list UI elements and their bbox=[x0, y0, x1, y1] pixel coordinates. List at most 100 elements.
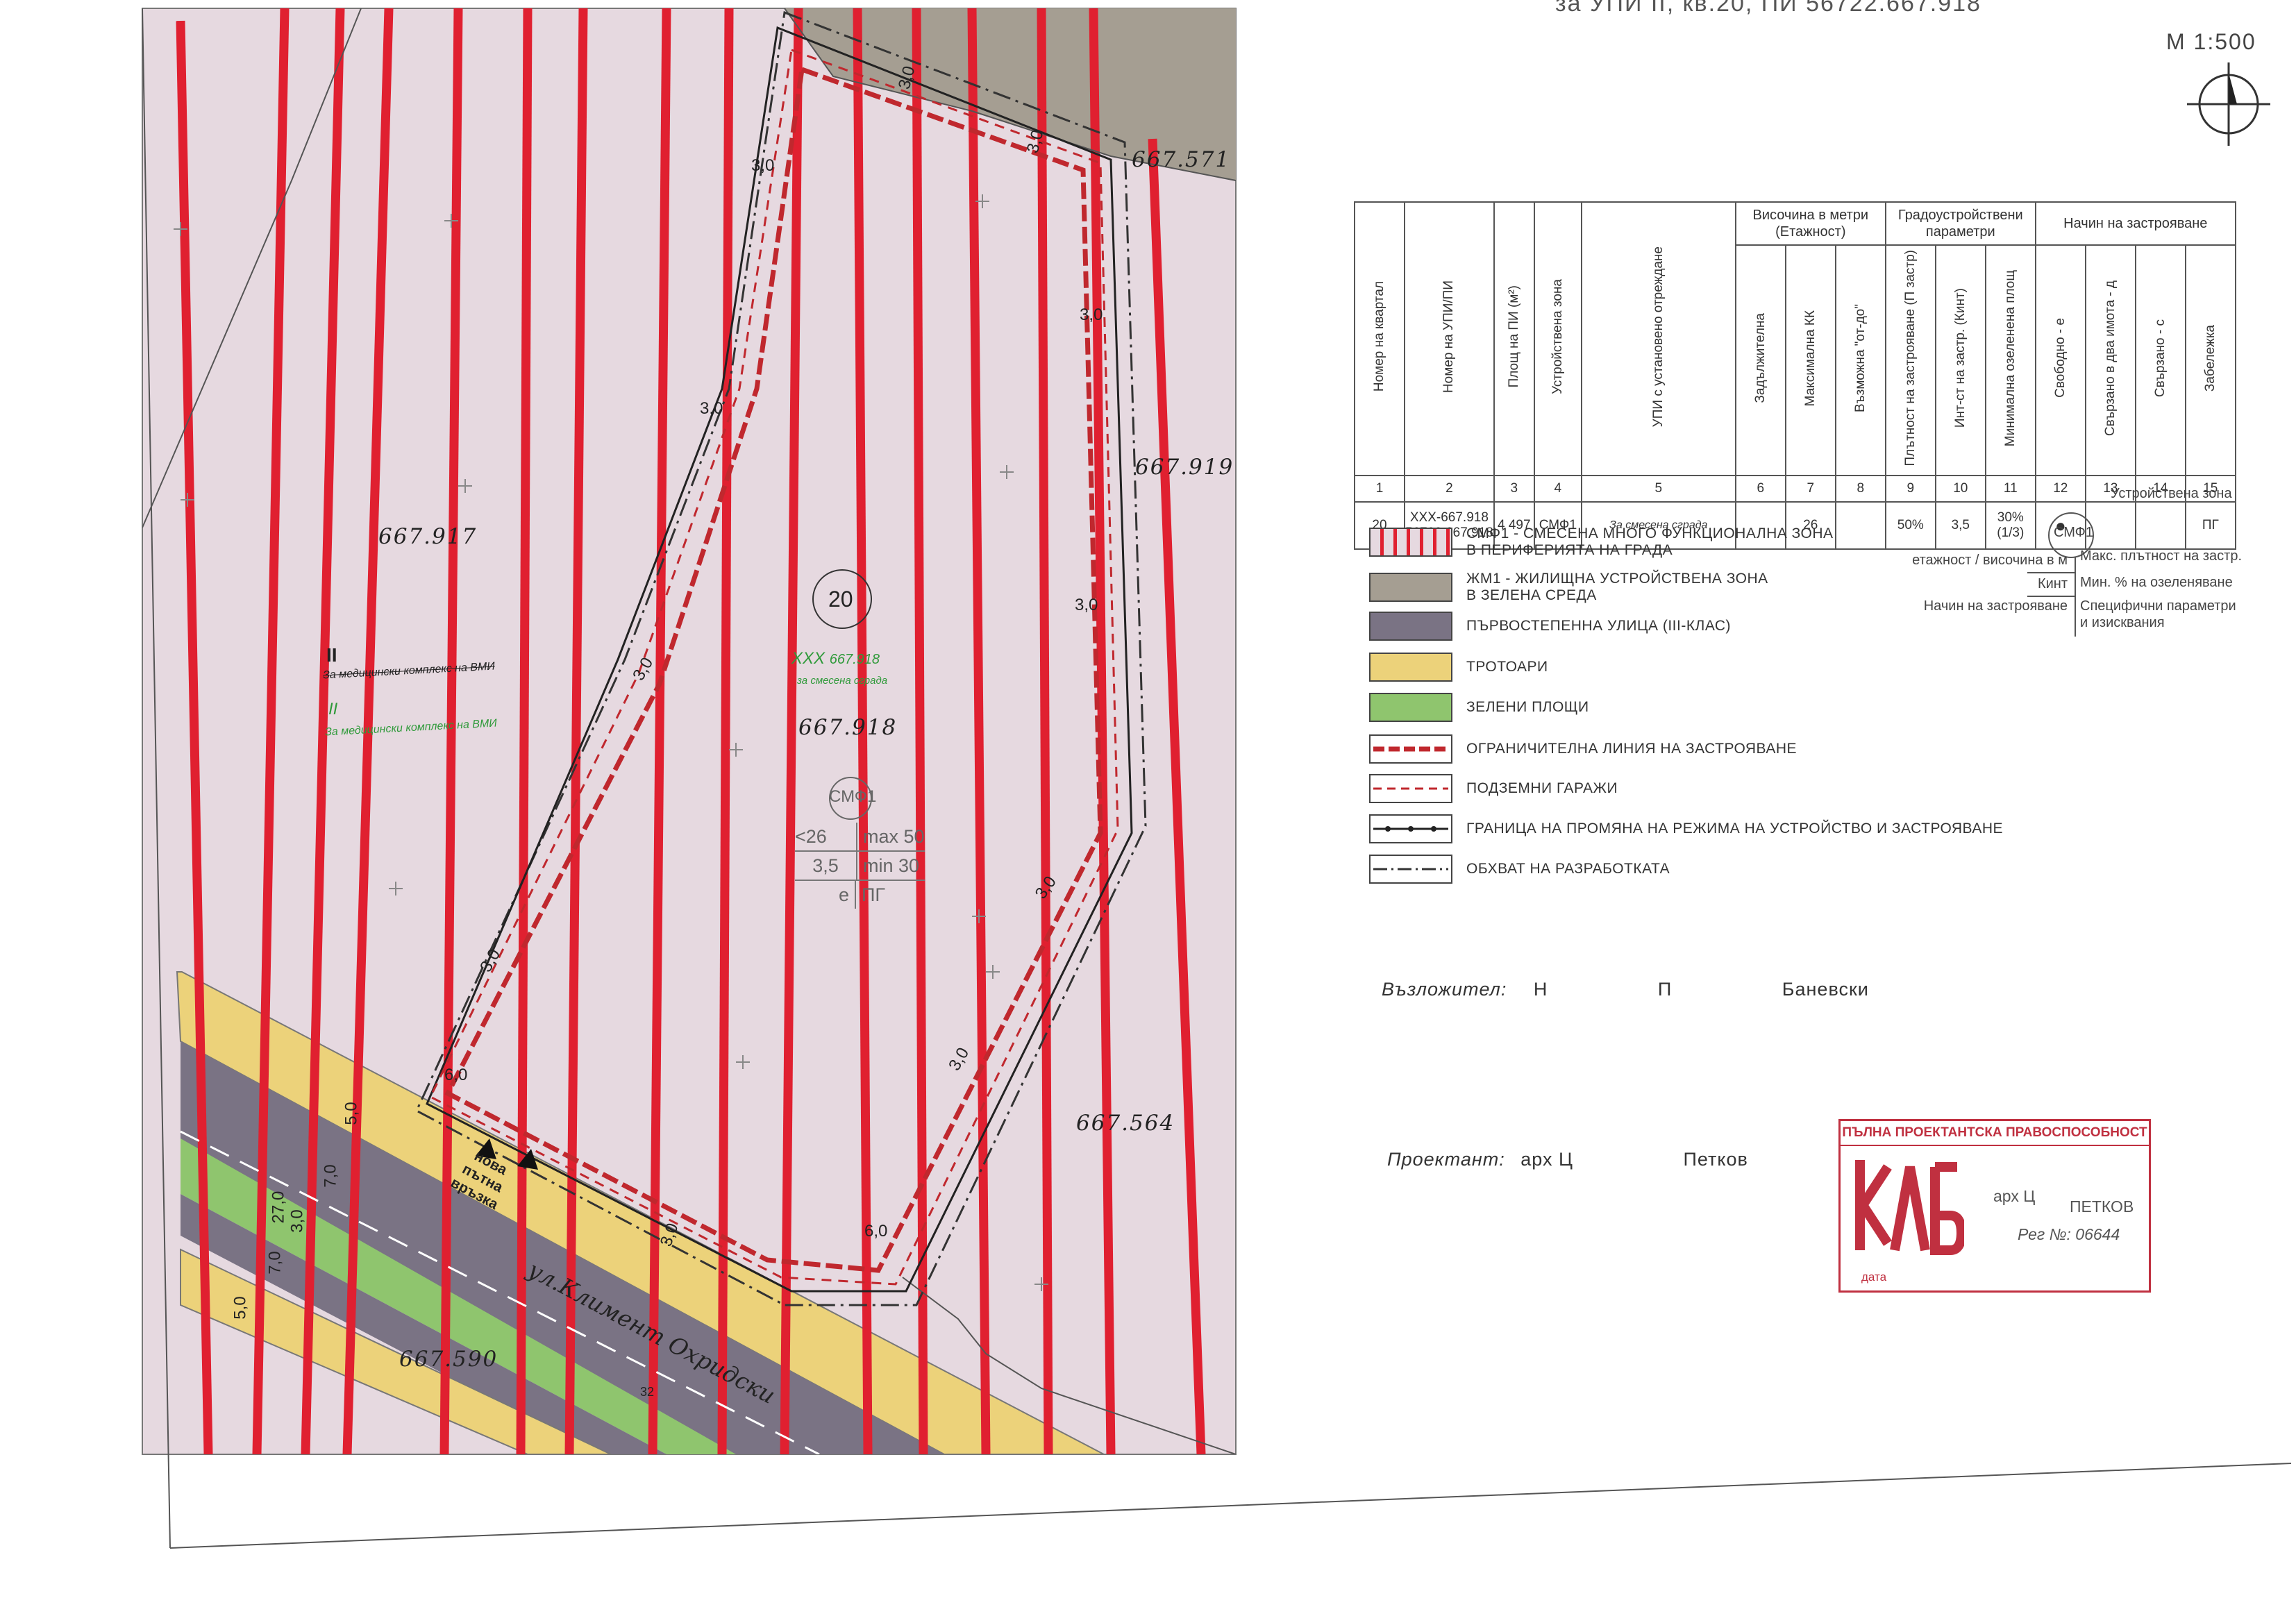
legend-swatch-scope bbox=[1369, 855, 1452, 884]
zone-kint: 3,5 bbox=[795, 852, 857, 880]
parcel-label-667-571: 667.571 bbox=[1132, 147, 1231, 172]
distance-label: 3,0 bbox=[1075, 596, 1098, 614]
col-header-upi: Номер на УПИ/ПИ bbox=[1441, 280, 1457, 393]
sheet-border-bottom bbox=[169, 1463, 2292, 1549]
legend-text: ТРОТОАРИ bbox=[1466, 659, 1548, 675]
parcel-label-667-917: 667.917 bbox=[378, 524, 478, 549]
legend-item-garage: ПОДЗЕМНИ ГАРАЖИ bbox=[1369, 771, 1618, 807]
block-number: 20 bbox=[828, 587, 853, 612]
kab-logo-icon bbox=[1855, 1160, 1964, 1255]
legend-swatch-jm1 bbox=[1369, 573, 1452, 602]
stamp-reg: Рег №: 06644 bbox=[2018, 1225, 2120, 1243]
zone-key-diagram: Устройствена зона СМФ1 етажност / височи… bbox=[1875, 479, 2296, 646]
stamp-date: дата bbox=[1861, 1270, 1887, 1284]
distance-label: 6,0 bbox=[444, 1066, 468, 1084]
legend-swatch-limit-line bbox=[1369, 734, 1452, 764]
stamp-title: арх Ц bbox=[1993, 1187, 2036, 1205]
legend-text-2: В ЗЕЛЕНА СРЕДА bbox=[1466, 587, 1597, 603]
legend-text: ПЪРВОСТЕПЕННА УЛИЦА (III-КЛАС) bbox=[1466, 618, 1732, 634]
map-scale: М 1:500 bbox=[2166, 29, 2256, 54]
key-left-2: Кинт bbox=[2037, 576, 2068, 591]
key-zone-title: Устройствена зона bbox=[2111, 486, 2232, 501]
col-number: 2 bbox=[1404, 474, 1495, 503]
designer-title: арх Ц bbox=[1520, 1149, 1573, 1170]
designer-stamp: ПЪЛНА ПРОЕКТАНТСКА ПРАВОСПОСОБНОСТ арх Ц… bbox=[1838, 1119, 2151, 1293]
height-mark: 32 bbox=[640, 1385, 655, 1399]
key-rule-1 bbox=[2027, 572, 2076, 573]
street-dim: 7,0 bbox=[321, 1164, 340, 1188]
group-header-build: Начин на застрояване bbox=[2034, 201, 2236, 246]
legend-swatch-street bbox=[1369, 612, 1452, 641]
street-dim: 7,0 bbox=[265, 1251, 285, 1275]
zone-params-row-2: 3,5 min 30 bbox=[795, 852, 925, 881]
col-number: 3 bbox=[1493, 474, 1535, 503]
legend-text: ОБХВАТ НА РАЗРАБОТКАТА bbox=[1466, 861, 1670, 877]
zone-params-row-1: <26 max 50 bbox=[795, 823, 925, 852]
upi-xxx-parcel: 667.918 bbox=[829, 652, 880, 667]
legend-text: ЗЕЛЕНИ ПЛОЩИ bbox=[1466, 699, 1589, 715]
plan-title-fragment: за УПИ II, кв.20, ПИ 56722.667.918 bbox=[1555, 0, 1981, 17]
distance-label: 3,0 bbox=[700, 399, 723, 418]
legend-text: ОГРАНИЧИТЕЛНА ЛИНИЯ НА ЗАСТРОЯВАНЕ bbox=[1466, 741, 1798, 757]
col-header-possible: Възможна "от-до" bbox=[1852, 303, 1868, 412]
key-zone-label: СМФ1 bbox=[2054, 525, 2093, 540]
col-header-free: Свободно - е bbox=[2052, 318, 2068, 398]
upi-new-roman: II bbox=[328, 700, 338, 718]
legend-item-scope: ОБХВАТ НА РАЗРАБОТКАТА bbox=[1369, 851, 1670, 887]
parcel-label-667-564: 667.564 bbox=[1076, 1111, 1175, 1136]
street-dim: 3,0 bbox=[287, 1209, 307, 1233]
key-right-1: Макс. плътност на застр. bbox=[2080, 548, 2242, 564]
col-number: 5 bbox=[1580, 474, 1736, 503]
col-header-two: Свързано в два имота - д bbox=[2102, 280, 2118, 436]
parcel-label-667-590: 667.590 bbox=[399, 1347, 498, 1372]
zone-build-mode: е bbox=[795, 881, 856, 909]
col-header-block: Номер на квартал bbox=[1372, 281, 1386, 392]
legend-text: ЖМ1 - ЖИЛИЩНА УСТРОЙСТВЕНА ЗОНА bbox=[1466, 571, 1768, 587]
designer-name: Петков bbox=[1683, 1149, 1748, 1170]
distance-label: 3,0 bbox=[751, 156, 775, 175]
stamp-header: ПЪЛНА ПРОЕКТАНТСКА ПРАВОСПОСОБНОСТ bbox=[1841, 1121, 2149, 1146]
designer-label: Проектант: bbox=[1387, 1149, 1505, 1170]
key-right-2: Мин. % на озеленяване bbox=[2080, 575, 2233, 590]
legend-item-limit-line: ОГРАНИЧИТЕЛНА ЛИНИЯ НА ЗАСТРОЯВАНЕ bbox=[1369, 731, 1797, 767]
legend-item-smf1: СМФ1 - СМЕСЕНА МНОГО ФУНКЦИОНАЛНА ЗОНА В … bbox=[1369, 524, 1834, 560]
street-dim: 5,0 bbox=[342, 1102, 361, 1125]
key-rule-2 bbox=[2027, 596, 2076, 597]
parcel-label-667-919: 667.919 bbox=[1135, 455, 1234, 480]
zone-density: max 50 bbox=[863, 826, 925, 847]
legend-swatch-regime-change bbox=[1369, 814, 1452, 843]
group-header-height: Височина в метри (Етажност) bbox=[1734, 201, 1886, 246]
client-initial-b: П bbox=[1657, 979, 1673, 1000]
key-right-3b: и изисквания bbox=[2080, 615, 2165, 630]
upi-xxx-code: XXX bbox=[791, 649, 826, 668]
legend-item-regime-change: ГРАНИЦА НА ПРОМЯНА НА РЕЖИМА НА УСТРОЙСТ… bbox=[1369, 811, 2003, 847]
col-header-max-kk: Максимална КК bbox=[1802, 310, 1818, 406]
north-arrow-icon bbox=[2187, 62, 2270, 146]
legend-text: ГРАНИЦА НА ПРОМЯНА НА РЕЖИМА НА УСТРОЙСТ… bbox=[1466, 821, 2004, 836]
client-label: Възложител: bbox=[1382, 979, 1507, 1000]
zone-label: СМФ1 bbox=[829, 787, 877, 806]
col-number: 7 bbox=[1784, 474, 1836, 503]
col-header-area: Площ на ПИ (м²) bbox=[1506, 285, 1521, 388]
stamp-name: ПЕТКОВ bbox=[2070, 1197, 2134, 1216]
upi-xxx-label: XXX 667.918 bbox=[791, 649, 880, 668]
col-header-note: Забележка bbox=[2202, 324, 2218, 392]
parcel-label-667-918: 667.918 bbox=[798, 715, 898, 740]
designer-signature-line: Проектант: арх Ц Петков bbox=[1387, 1149, 1748, 1170]
legend-text-2: В ПЕРИФЕРИЯТА НА ГРАДА bbox=[1466, 542, 1673, 558]
client-signature-line: Възложител: Н П Баневски bbox=[1382, 979, 1869, 1000]
upi-xxx-purpose: за смесена сграда bbox=[797, 675, 888, 687]
legend-swatch-sidewalk bbox=[1369, 653, 1452, 682]
key-left-3: Начин на застрояване bbox=[1923, 598, 2068, 614]
distance-label: 3,0 bbox=[1080, 305, 1103, 324]
key-right-3: Специфични параметри bbox=[2080, 598, 2236, 614]
col-number: 4 bbox=[1533, 474, 1582, 503]
col-header-linked: Свързано - с bbox=[2152, 319, 2168, 397]
col-header-green: Минимална озеленена площ bbox=[2002, 269, 2018, 446]
distance-label: 6,0 bbox=[864, 1222, 888, 1241]
col-header-mandatory: Задължителна bbox=[1752, 312, 1768, 403]
legend-item-jm1: ЖМ1 - ЖИЛИЩНА УСТРОЙСТВЕНА ЗОНА В ЗЕЛЕНА … bbox=[1369, 569, 1768, 605]
zone-params-row-3: е ПГ bbox=[795, 881, 925, 909]
cell-upi-code: XXX-667.918 bbox=[1409, 510, 1489, 525]
key-left-1: етажност / височина в м bbox=[1912, 553, 2068, 568]
